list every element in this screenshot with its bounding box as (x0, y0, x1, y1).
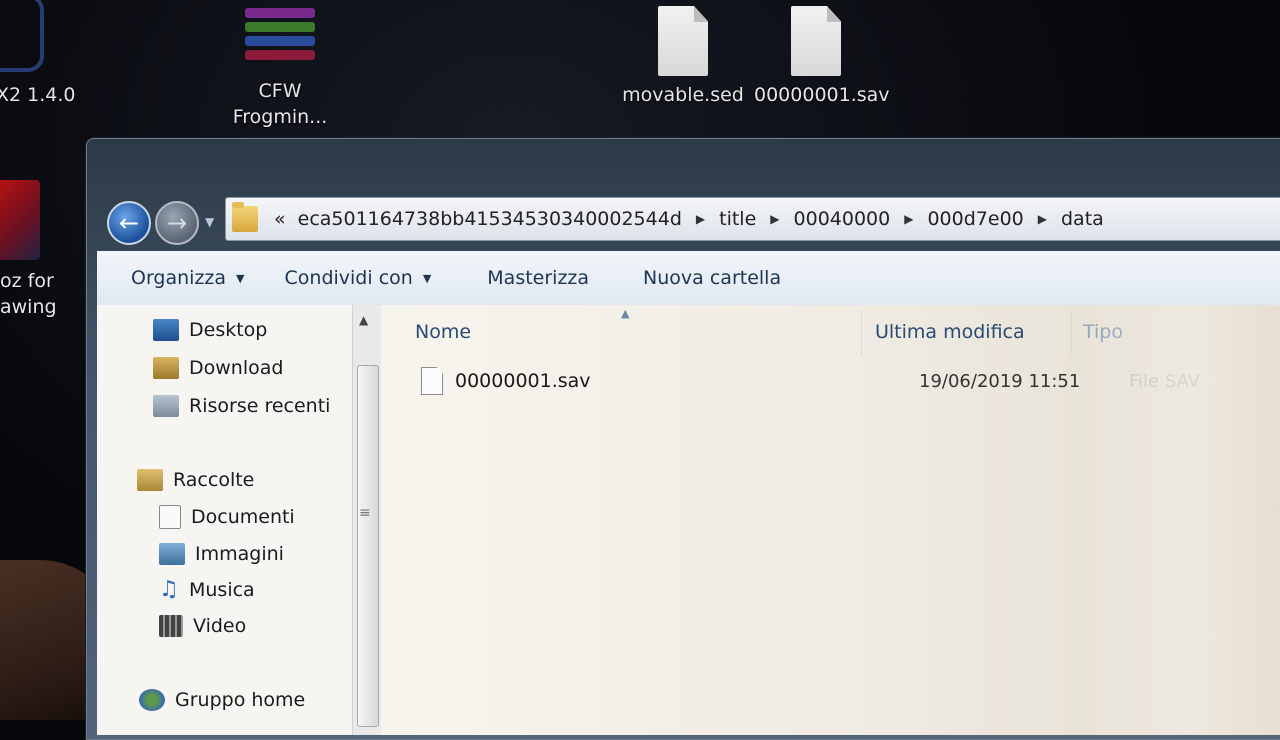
navigation-pane: Desktop Download Risorse recenti Raccolt… (97, 305, 353, 735)
music-note-icon: ♫ (159, 577, 179, 602)
breadcrumb-item-current[interactable]: data (1061, 208, 1104, 230)
scroll-grip-icon: ≡ (359, 505, 371, 521)
breadcrumb-separator-icon[interactable]: ▶ (904, 212, 913, 226)
desktop-icon-label: 00000001.sav (754, 84, 890, 106)
desktop-background: X2 1.4.0 CFW Frogmin... movable.sed 0000… (0, 0, 1280, 740)
arrow-left-icon: ← (118, 209, 140, 237)
desktop-icon-sav[interactable]: 00000001.sav (754, 6, 890, 108)
column-divider[interactable] (861, 311, 862, 355)
breadcrumb-separator-icon[interactable]: ▶ (770, 212, 779, 226)
downloads-folder-icon (153, 357, 179, 379)
desktop-icon-label-line2: Frogmin... (232, 106, 328, 128)
nav-item-label: Gruppo home (175, 689, 306, 711)
scroll-up-arrow-icon[interactable]: ▲ (359, 313, 368, 327)
chevron-down-icon: ▼ (236, 271, 245, 285)
file-icon (791, 6, 841, 76)
breadcrumb-item[interactable]: eca501164738bb41534530340002544d (298, 208, 682, 230)
column-divider[interactable] (1071, 311, 1072, 355)
desktop-icon-movable-sed[interactable]: movable.sed (622, 6, 744, 108)
desktop-icon (153, 319, 179, 341)
folder-icon (232, 202, 258, 232)
organize-label: Organizza (131, 267, 227, 289)
ps2-emulator-icon (0, 0, 44, 72)
nav-item-label: Raccolte (173, 469, 255, 491)
nav-item-label: Documenti (191, 506, 295, 528)
breadcrumb-item[interactable]: title (719, 208, 756, 230)
arrow-right-icon: → (166, 209, 188, 237)
share-with-button[interactable]: Condividi con ▼ (263, 267, 450, 289)
organize-button[interactable]: Organizza ▼ (97, 267, 263, 289)
nav-item-homegroup[interactable]: Gruppo home (139, 689, 305, 711)
film-strip-icon (159, 615, 183, 637)
nav-item-libraries[interactable]: Raccolte (137, 469, 254, 491)
nav-item-label: Immagini (195, 543, 284, 565)
scrollbar-thumb[interactable] (357, 365, 379, 727)
explorer-window: ← → ▼ « eca501164738bb41534530340002544d… (86, 138, 1280, 740)
desktop-icon-cfw-archive[interactable]: CFW Frogmin... (220, 4, 340, 130)
breadcrumb-item[interactable]: 000d7e00 (927, 208, 1023, 230)
file-modified: 19/06/2019 11:51 (919, 371, 1081, 392)
nav-item-video[interactable]: Video (159, 615, 246, 637)
nav-item-label: Desktop (189, 319, 268, 341)
file-list: ▲ Nome Ultima modifica Tipo 00000001.sav… (381, 305, 1280, 735)
nav-item-label: Risorse recenti (189, 395, 331, 417)
column-header-name[interactable]: Nome (415, 321, 471, 343)
recent-locations-dropdown[interactable]: ▼ (205, 215, 214, 229)
nav-item-documents[interactable]: Documenti (159, 505, 295, 529)
share-label: Condividi con (284, 267, 413, 289)
column-header-type[interactable]: Tipo (1083, 321, 1123, 343)
breadcrumb-overflow[interactable]: « (274, 208, 286, 230)
breadcrumb-separator-icon[interactable]: ▶ (1038, 212, 1047, 226)
address-bar[interactable]: « eca501164738bb41534530340002544d ▶ tit… (225, 197, 1280, 241)
file-icon (421, 367, 443, 395)
desktop-icon-label: CFW (258, 80, 302, 102)
pictures-icon (159, 543, 185, 565)
command-bar: Organizza ▼ Condividi con ▼ Masterizza N… (97, 251, 1280, 306)
app-icon (0, 180, 40, 260)
desktop-icon-app[interactable]: oz for awing (0, 180, 70, 320)
sort-ascending-icon: ▲ (621, 307, 630, 320)
desktop-icon-label: X2 1.4.0 (0, 84, 76, 106)
file-name: 00000001.sav (455, 370, 591, 392)
nav-pane-scrollbar[interactable]: ▲ ≡ (352, 305, 381, 735)
chevron-down-icon: ▼ (422, 271, 432, 285)
forward-button[interactable]: → (155, 201, 199, 245)
homegroup-icon (139, 689, 165, 711)
breadcrumb-item[interactable]: 00040000 (794, 208, 891, 230)
screen-glare (1081, 305, 1280, 735)
new-folder-button[interactable]: Nuova cartella (607, 267, 799, 289)
desktop-icon-label: movable.sed (622, 84, 744, 106)
file-row[interactable]: 00000001.sav (421, 365, 591, 397)
back-button[interactable]: ← (107, 201, 151, 245)
nav-item-desktop[interactable]: Desktop (153, 319, 267, 341)
libraries-icon (137, 469, 163, 491)
nav-item-label: Musica (189, 579, 255, 601)
nav-item-label: Download (189, 357, 284, 379)
nav-item-pictures[interactable]: Immagini (159, 543, 284, 565)
file-type: File SAV (1129, 371, 1201, 392)
breadcrumb-separator-icon[interactable]: ▶ (696, 212, 705, 226)
new-folder-label: Nuova cartella (643, 267, 782, 289)
nav-item-recent[interactable]: Risorse recenti (153, 395, 330, 417)
column-header-modified[interactable]: Ultima modifica (875, 321, 1025, 343)
recent-places-icon (153, 395, 179, 417)
nav-item-label: Video (193, 615, 247, 637)
desktop-icon-label: oz for (0, 270, 54, 292)
desktop-icon-label-line2: awing (0, 296, 57, 318)
documents-icon (159, 505, 181, 529)
nav-item-music[interactable]: ♫ Musica (159, 577, 255, 602)
burn-button[interactable]: Masterizza (449, 267, 607, 289)
nav-item-download[interactable]: Download (153, 357, 283, 379)
file-icon (658, 6, 708, 76)
burn-label: Masterizza (487, 267, 590, 289)
winrar-archive-icon (245, 4, 315, 60)
